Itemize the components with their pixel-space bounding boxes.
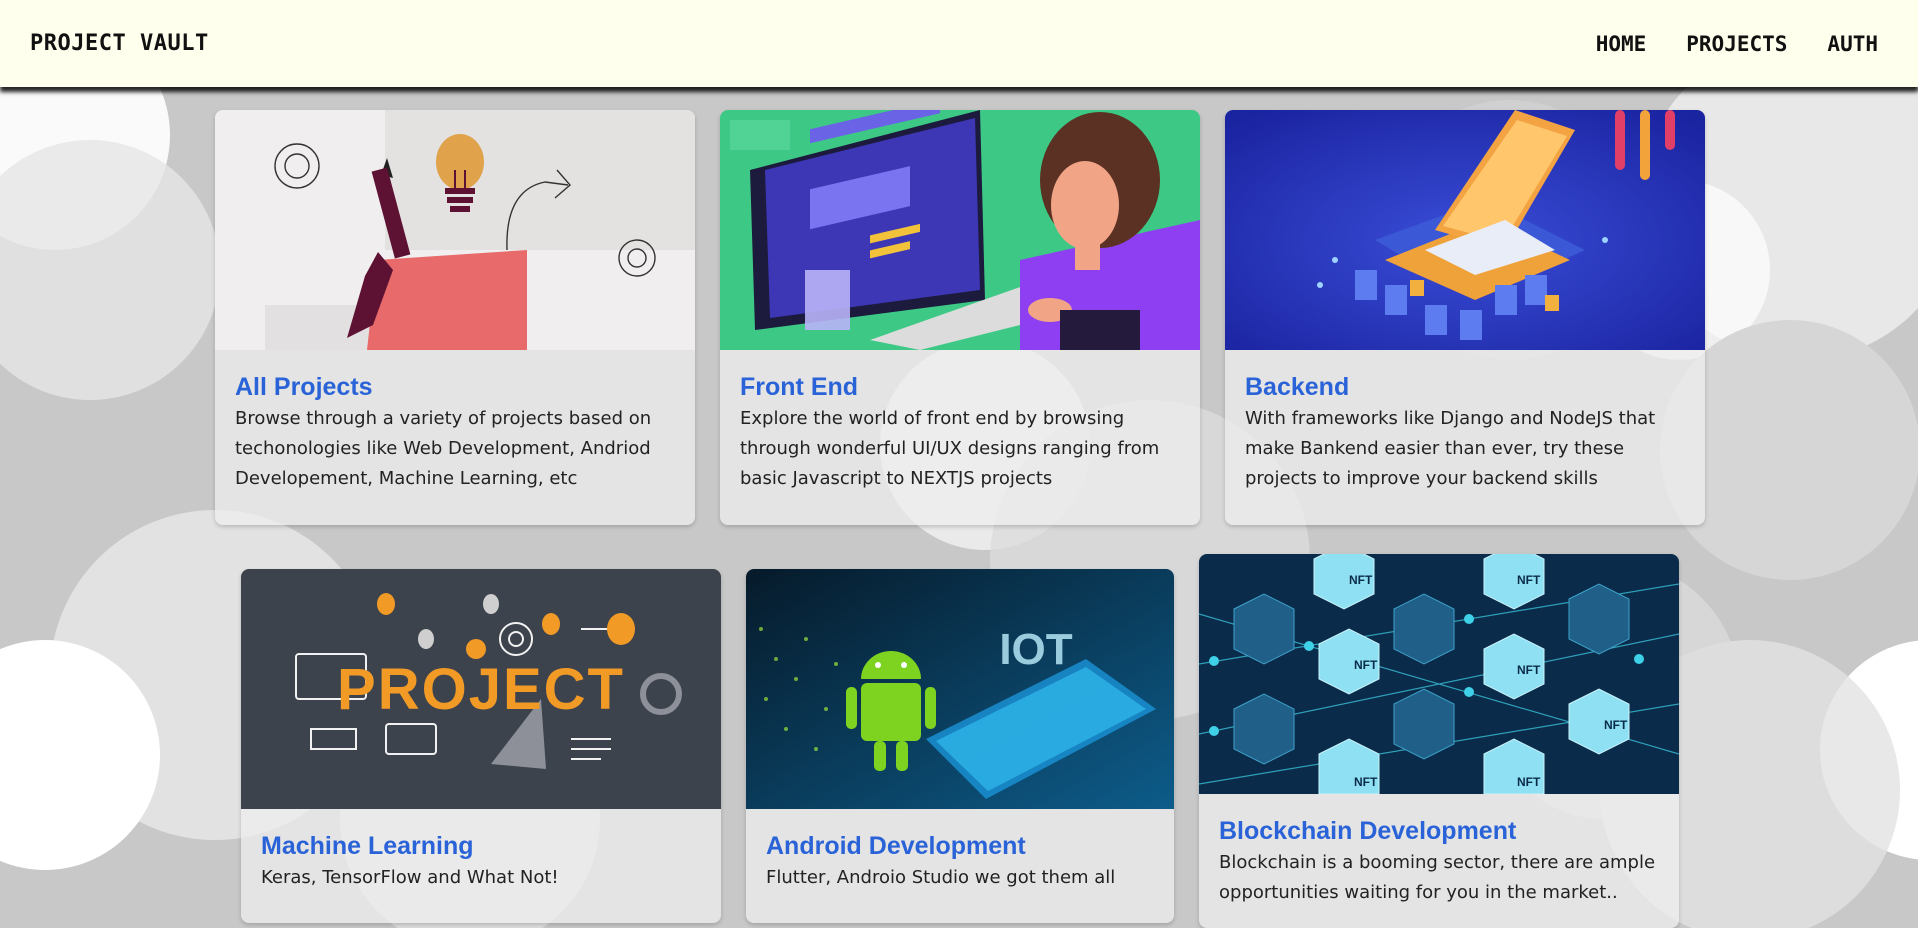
card-backend[interactable]: Backend With frameworks like Django and … (1225, 110, 1705, 525)
nft-cube-label: NFT (1354, 775, 1378, 789)
nft-cube-label: NFT (1517, 573, 1541, 587)
card-machine-learning[interactable]: PROJECT Machine Learning Keras, TensorFl… (241, 569, 721, 923)
card-title[interactable]: Blockchain Development (1219, 816, 1659, 846)
project-icons-illustration: PROJECT (241, 569, 721, 809)
card-description: Browse through a variety of projects bas… (235, 408, 652, 489)
card-title[interactable]: Machine Learning (261, 831, 701, 861)
card-description: Keras, TensorFlow and What Not! (261, 867, 559, 888)
nft-cube-label: NFT (1349, 573, 1373, 587)
card-android-development[interactable]: IOT Android Development Flutter, Androio… (746, 569, 1174, 923)
creative-ideas-illustration (215, 110, 695, 350)
nft-cube-label: NFT (1604, 718, 1628, 732)
nft-cube-label: NFT (1517, 663, 1541, 677)
isometric-server-laptop-illustration (1225, 110, 1705, 350)
nav-auth-link[interactable]: AUTH (1827, 32, 1878, 56)
ml-project-word: PROJECT (337, 657, 625, 722)
card-front-end[interactable]: Front End Explore the world of front end… (720, 110, 1200, 525)
card-title[interactable]: Front End (740, 372, 1180, 402)
card-description: With frameworks like Django and NodeJS t… (1245, 408, 1656, 489)
card-description: Explore the world of front end by browsi… (740, 408, 1160, 489)
nav-links: HOME PROJECTS AUTH (1576, 32, 1898, 56)
card-title[interactable]: Android Development (766, 831, 1154, 861)
nav-projects-link[interactable]: PROJECTS (1686, 32, 1787, 56)
nav-home-link[interactable]: HOME (1596, 32, 1647, 56)
card-title[interactable]: All Projects (235, 372, 675, 402)
nft-cube-label: NFT (1354, 658, 1378, 672)
top-navbar: PROJECT VAULT HOME PROJECTS AUTH (0, 0, 1918, 87)
card-all-projects[interactable]: All Projects Browse through a variety of… (215, 110, 695, 525)
card-description: Blockchain is a booming sector, there ar… (1219, 852, 1656, 903)
iot-word: IOT (999, 625, 1072, 674)
nft-cube-label: NFT (1517, 775, 1541, 789)
card-blockchain-development[interactable]: NFT NFT NFT NFT NFT NFT NFT Blockchain D… (1199, 554, 1679, 928)
card-title[interactable]: Backend (1245, 372, 1685, 402)
card-description: Flutter, Androio Studio we got them all (766, 867, 1116, 888)
nft-blockchain-illustration: NFT NFT NFT NFT NFT NFT NFT (1199, 554, 1679, 794)
developer-at-computer-illustration (720, 110, 1200, 350)
brand-logo-text[interactable]: PROJECT VAULT (30, 31, 209, 56)
android-iot-illustration: IOT (746, 569, 1174, 809)
